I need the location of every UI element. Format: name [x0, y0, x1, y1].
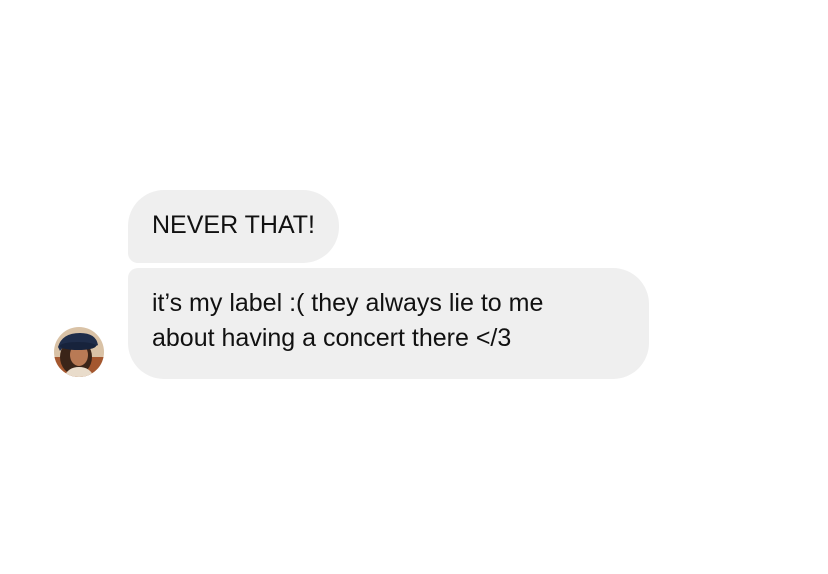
message-text-line: about having a concert there </3: [152, 324, 512, 352]
chat-thread: NEVER THAT! it’s my label :( they always…: [0, 0, 828, 574]
user-avatar-photo-icon[interactable]: [54, 327, 104, 377]
message-text: NEVER THAT!: [152, 211, 315, 239]
message-bubble[interactable]: it’s my label :( they always lie to me a…: [128, 268, 649, 379]
message-text-line: it’s my label :( they always lie to me: [152, 289, 544, 317]
message-bubble[interactable]: NEVER THAT!: [128, 190, 339, 263]
avatar-image: [54, 327, 104, 377]
